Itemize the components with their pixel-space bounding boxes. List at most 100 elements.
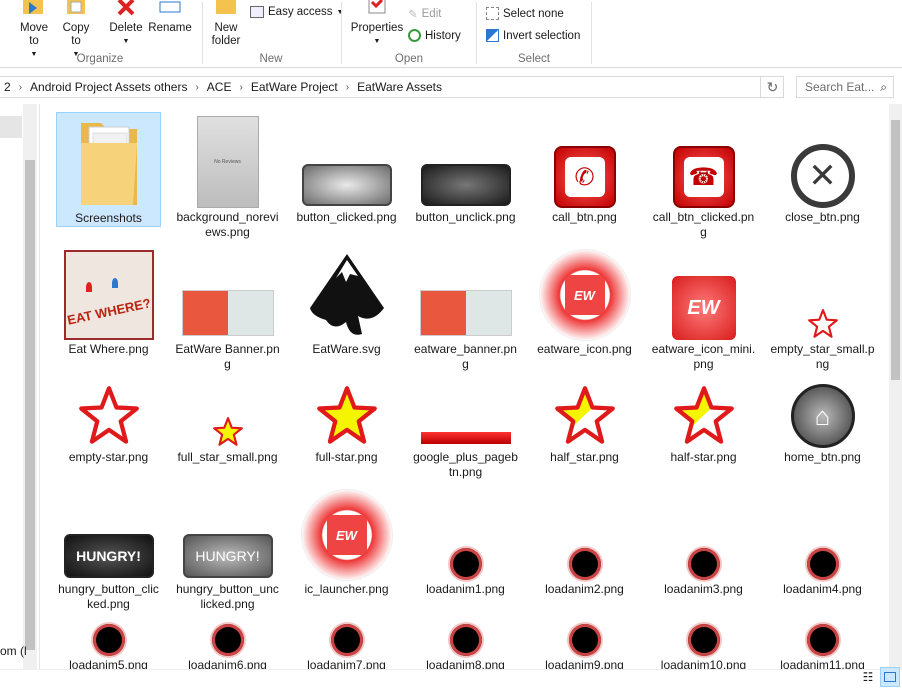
new-folder-button[interactable]: New folder bbox=[206, 0, 246, 48]
file-item[interactable]: EatWare Banner.png bbox=[175, 244, 280, 372]
file-item[interactable]: ✕ close_btn.png bbox=[770, 112, 875, 225]
file-thumbnail bbox=[532, 378, 637, 448]
file-thumbnail bbox=[651, 484, 756, 580]
file-list-scrollbar-thumb[interactable] bbox=[891, 120, 900, 380]
file-item[interactable]: google_plus_pagebtn.png bbox=[413, 378, 518, 480]
file-item[interactable]: ✆ call_btn.png bbox=[532, 112, 637, 225]
file-thumbnail: ✕ bbox=[770, 112, 875, 208]
open-group-label: Open bbox=[394, 53, 424, 65]
file-thumbnail bbox=[294, 244, 399, 340]
file-item[interactable]: eatware_banner.png bbox=[413, 244, 518, 372]
select-none-button[interactable]: Select none bbox=[486, 7, 564, 20]
file-item[interactable]: EAT WHERE? Eat Where.png bbox=[56, 244, 161, 357]
file-thumbnail: ✆ bbox=[532, 112, 637, 208]
file-thumbnail: HUNGRY! bbox=[175, 484, 280, 580]
file-item[interactable]: button_clicked.png bbox=[294, 112, 399, 225]
breadcrumb-item[interactable]: ACE bbox=[203, 80, 236, 94]
edit-button[interactable]: ✎ Edit bbox=[408, 7, 441, 21]
easy-access-button[interactable]: Easy access ▼ bbox=[250, 6, 344, 18]
file-name: loadanim1.png bbox=[426, 582, 505, 596]
file-name: loadanim5.png bbox=[69, 658, 148, 669]
file-name: home_btn.png bbox=[784, 450, 861, 464]
file-item[interactable]: ☎ call_btn_clicked.png bbox=[651, 112, 756, 240]
breadcrumb-chevron-icon[interactable]: › bbox=[235, 82, 246, 93]
address-bar-row: 2 › Android Project Assets others › ACE › EatW… bbox=[0, 74, 902, 100]
file-item[interactable]: half_star.png bbox=[532, 378, 637, 465]
nav-selected-item[interactable] bbox=[0, 116, 22, 138]
file-thumbnail bbox=[413, 378, 518, 448]
file-item[interactable]: button_unclick.png bbox=[413, 112, 518, 225]
file-thumbnail bbox=[532, 484, 637, 580]
file-item[interactable]: EW eatware_icon.png bbox=[532, 244, 637, 357]
file-name: loadanim4.png bbox=[783, 582, 862, 596]
breadcrumb-item[interactable]: Android Project Assets others bbox=[26, 80, 191, 94]
file-name: call_btn_clicked.png bbox=[652, 210, 755, 239]
breadcrumb-chevron-icon[interactable]: › bbox=[15, 82, 26, 93]
folder-item[interactable]: Screenshots bbox=[56, 112, 161, 227]
file-item[interactable]: loadanim10.png bbox=[651, 616, 756, 669]
select-none-icon bbox=[486, 7, 499, 20]
file-item[interactable]: loadanim2.png bbox=[532, 484, 637, 597]
file-item[interactable]: loadanim1.png bbox=[413, 484, 518, 597]
file-thumbnail: ☎ bbox=[651, 112, 756, 208]
delete-label: Delete bbox=[109, 22, 143, 34]
file-item[interactable]: full_star_small.png bbox=[175, 378, 280, 465]
file-item[interactable]: loadanim7.png bbox=[294, 616, 399, 669]
rename-button[interactable]: Rename bbox=[146, 0, 194, 35]
file-item[interactable]: half-star.png bbox=[651, 378, 756, 465]
file-item[interactable]: loadanim8.png bbox=[413, 616, 518, 669]
file-item[interactable]: HUNGRY! hungry_button_unclicked.png bbox=[175, 484, 280, 612]
breadcrumb[interactable]: 2 › Android Project Assets others › ACE › EatW… bbox=[0, 76, 784, 98]
move-to-button[interactable]: Move to ▼ bbox=[12, 0, 56, 61]
new-folder-label: New folder bbox=[211, 22, 241, 47]
file-item[interactable]: EW eatware_icon_mini.png bbox=[651, 244, 756, 372]
breadcrumb-item[interactable]: EatWare Assets bbox=[353, 80, 446, 94]
large-icons-view-button[interactable] bbox=[880, 667, 900, 687]
file-item[interactable]: empty_star_small.png bbox=[770, 244, 875, 372]
search-input[interactable]: Search Eat... ⌕ bbox=[796, 76, 894, 98]
file-thumbnail bbox=[175, 244, 280, 340]
file-item[interactable]: EW ic_launcher.png bbox=[294, 484, 399, 597]
file-thumbnail bbox=[413, 616, 518, 656]
nav-item-partial[interactable]: om (l bbox=[0, 644, 27, 658]
file-name: google_plus_pagebtn.png bbox=[413, 450, 518, 479]
file-item[interactable]: No Reviews background_noreviews.png bbox=[175, 112, 280, 240]
file-item[interactable]: loadanim5.png bbox=[56, 616, 161, 669]
file-item[interactable]: loadanim6.png bbox=[175, 616, 280, 669]
file-thumbnail bbox=[770, 616, 875, 656]
file-item[interactable]: HUNGRY! hungry_button_clicked.png bbox=[56, 484, 161, 612]
details-view-button[interactable]: ☷ bbox=[858, 667, 878, 687]
breadcrumb-item[interactable]: EatWare Project bbox=[247, 80, 342, 94]
breadcrumb-chevron-icon[interactable]: › bbox=[191, 82, 202, 93]
file-name: background_noreviews.png bbox=[176, 210, 279, 239]
file-name: close_btn.png bbox=[785, 210, 860, 224]
file-item[interactable]: ⌂ home_btn.png bbox=[770, 378, 875, 465]
breadcrumb-item[interactable]: 2 bbox=[0, 80, 15, 94]
file-item[interactable]: full-star.png bbox=[294, 378, 399, 465]
easy-access-label: Easy access bbox=[268, 6, 333, 18]
properties-button[interactable]: Properties ▼ bbox=[348, 0, 406, 48]
delete-button[interactable]: Delete ▼ bbox=[104, 0, 148, 48]
file-thumbnail: HUNGRY! bbox=[56, 484, 161, 580]
file-name: button_clicked.png bbox=[296, 210, 397, 224]
file-name: Eat Where.png bbox=[68, 342, 149, 356]
refresh-button[interactable]: ↻ bbox=[760, 76, 784, 98]
file-name: ic_launcher.png bbox=[304, 582, 389, 596]
organize-group-label: Organize bbox=[76, 53, 124, 65]
invert-selection-button[interactable]: Invert selection bbox=[486, 29, 580, 42]
breadcrumb-chevron-icon[interactable]: › bbox=[342, 82, 353, 93]
file-name: hungry_button_clicked.png bbox=[58, 582, 159, 611]
copy-to-button[interactable]: Copy to ▼ bbox=[56, 0, 96, 61]
file-thumbnail bbox=[294, 378, 399, 448]
delete-chevron: ▼ bbox=[122, 38, 130, 45]
file-item[interactable]: loadanim3.png bbox=[651, 484, 756, 597]
history-icon bbox=[408, 29, 421, 42]
file-thumbnail bbox=[294, 112, 399, 208]
file-item[interactable]: EatWare.svg bbox=[294, 244, 399, 357]
history-button[interactable]: History bbox=[408, 29, 461, 42]
file-item[interactable]: loadanim11.png bbox=[770, 616, 875, 669]
file-item[interactable]: empty-star.png bbox=[56, 378, 161, 465]
file-item[interactable]: loadanim9.png bbox=[532, 616, 637, 669]
file-item[interactable]: loadanim4.png bbox=[770, 484, 875, 597]
nav-scrollbar-thumb[interactable] bbox=[25, 160, 35, 650]
